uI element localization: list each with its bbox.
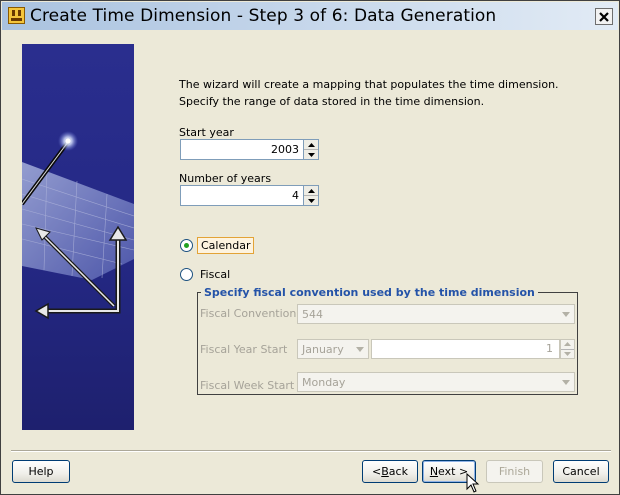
- next-button-mnemonic: N: [429, 465, 439, 478]
- calendar-radio[interactable]: [180, 239, 193, 252]
- up-arrow-icon: [307, 188, 315, 193]
- back-button-rest: ack: [388, 465, 408, 478]
- chevron-down-icon: [562, 379, 570, 385]
- title-bar[interactable]: Create Time Dimension - Step 3 of 6: Dat…: [2, 2, 618, 30]
- fiscal-convention-label: Fiscal Convention: [200, 307, 297, 320]
- back-button-prefix: <: [372, 465, 382, 478]
- cancel-button[interactable]: Cancel: [553, 460, 609, 483]
- fiscal-radio-label[interactable]: Fiscal: [197, 267, 233, 282]
- fiscal-year-start-month-select[interactable]: January: [297, 339, 369, 359]
- start-year-spinner: [180, 139, 319, 160]
- fiscal-convention-value: 544: [302, 307, 323, 321]
- down-arrow-icon: [307, 198, 315, 203]
- start-year-input[interactable]: [180, 139, 304, 160]
- down-arrow-icon: [307, 152, 315, 157]
- fiscal-week-start-select[interactable]: Monday: [297, 372, 575, 392]
- close-icon: [599, 11, 609, 22]
- wizard-app-icon: [8, 7, 25, 24]
- number-of-years-decrement[interactable]: [304, 195, 318, 205]
- fiscal-radio[interactable]: [180, 268, 193, 281]
- fiscal-radio-option[interactable]: Fiscal: [180, 267, 233, 282]
- window-title: Create Time Dimension - Step 3 of 6: Dat…: [30, 6, 497, 26]
- help-button[interactable]: Help: [12, 460, 70, 483]
- start-year-decrement[interactable]: [304, 149, 318, 159]
- start-year-label: Start year: [179, 126, 234, 139]
- close-button[interactable]: [595, 8, 613, 25]
- fiscal-week-start-value: Monday: [302, 375, 346, 389]
- back-button[interactable]: < Back: [362, 460, 418, 483]
- button-bar-separator: [11, 450, 611, 452]
- up-arrow-icon: [564, 342, 571, 347]
- fiscal-day-decrement[interactable]: [561, 348, 574, 358]
- finish-button[interactable]: Finish: [486, 460, 543, 483]
- calendar-radio-option[interactable]: Calendar: [180, 237, 255, 254]
- fiscal-week-start-label: Fiscal Week Start: [200, 379, 295, 392]
- calendar-radio-label[interactable]: Calendar: [197, 237, 255, 254]
- fiscal-day-increment[interactable]: [561, 340, 574, 349]
- mouse-cursor-icon: [466, 473, 480, 493]
- fiscal-convention-select[interactable]: 544: [297, 304, 575, 324]
- number-of-years-increment[interactable]: [304, 186, 318, 195]
- fiscal-year-start-day-input[interactable]: 1: [371, 339, 560, 359]
- chevron-down-icon: [562, 311, 570, 317]
- start-year-increment[interactable]: [304, 140, 318, 149]
- wizard-side-image: [22, 44, 134, 430]
- down-arrow-icon: [564, 351, 571, 356]
- fiscal-year-start-label: Fiscal Year Start: [200, 343, 288, 356]
- intro-text: The wizard will create a mapping that po…: [179, 78, 559, 108]
- number-of-years-spinner: [180, 185, 319, 206]
- number-of-years-label: Number of years: [179, 172, 272, 185]
- create-time-dimension-dialog: Create Time Dimension - Step 3 of 6: Dat…: [0, 0, 620, 495]
- up-arrow-icon: [307, 142, 315, 147]
- number-of-years-input[interactable]: [180, 185, 304, 206]
- next-button-rest: ext >: [438, 465, 469, 478]
- fiscal-year-start-month-value: January: [302, 342, 344, 356]
- fiscal-group-title: Specify fiscal convention used by the ti…: [201, 286, 538, 299]
- chevron-down-icon: [356, 346, 364, 352]
- fiscal-year-start-day-spinner: [560, 339, 575, 359]
- back-button-mnemonic: B: [381, 465, 389, 478]
